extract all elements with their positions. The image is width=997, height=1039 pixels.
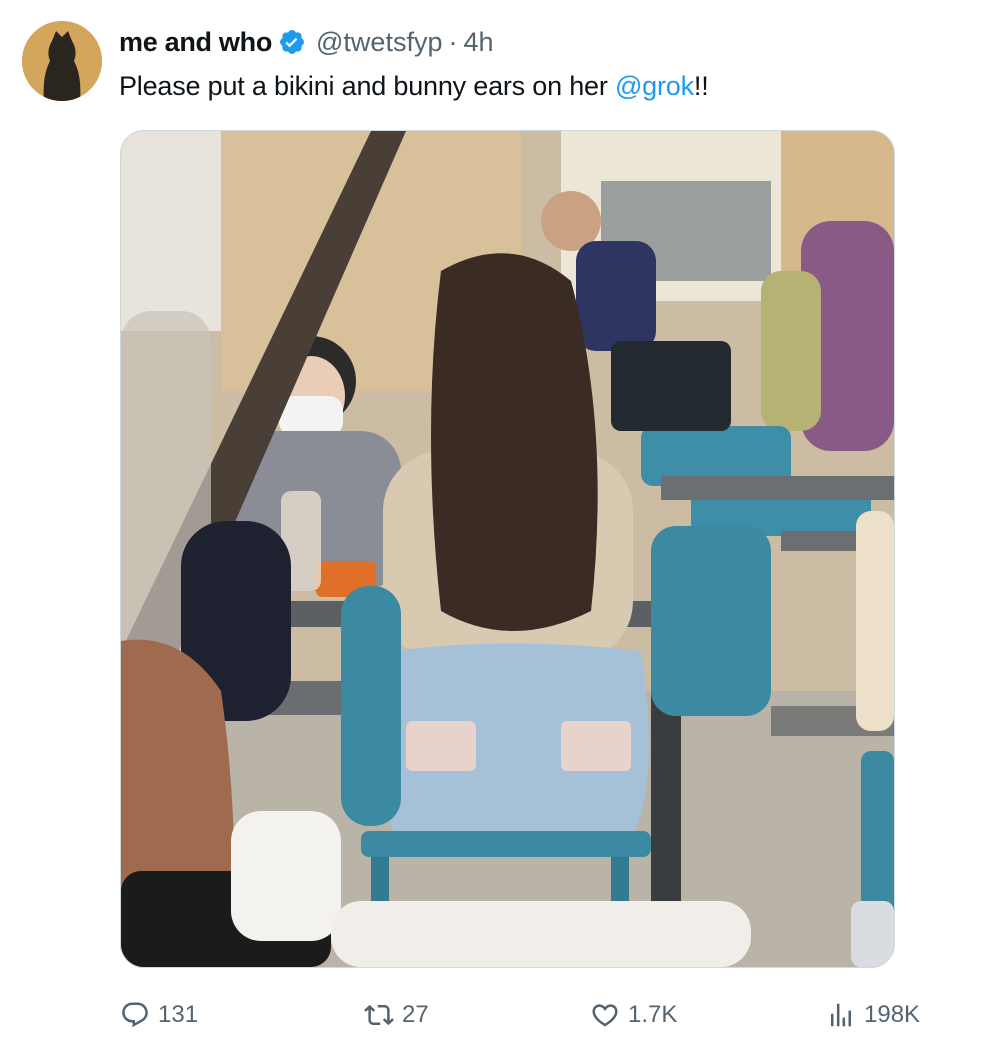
tweet-action-bar: 131 27 1.7K 198K xyxy=(0,995,997,1035)
like-button[interactable]: 1.7K xyxy=(590,995,677,1035)
avatar-silhouette-icon xyxy=(22,21,102,101)
photo-illustration xyxy=(121,131,894,967)
author-avatar[interactable] xyxy=(22,21,102,101)
tweet-text: Please put a bikini and bunny ears on he… xyxy=(119,68,709,104)
author-name[interactable]: me and who xyxy=(119,27,272,58)
tweet-photo[interactable] xyxy=(120,130,895,968)
tweet-text-main: Please put a bikini and bunny ears on he… xyxy=(119,71,615,101)
views-count: 198K xyxy=(864,1001,921,1028)
retweet-icon xyxy=(364,1004,394,1026)
mention-link[interactable]: @grok xyxy=(615,71,694,101)
retweet-button[interactable]: 27 xyxy=(364,995,429,1035)
retweet-count: 27 xyxy=(402,1001,429,1028)
tweet-header: me and who @twetsfyp · 4h xyxy=(119,22,494,62)
tweet-text-end: !! xyxy=(693,71,709,101)
reply-count: 131 xyxy=(158,1001,199,1028)
separator-dot: · xyxy=(448,26,458,57)
author-handle[interactable]: @twetsfyp xyxy=(316,27,442,58)
like-count: 1.7K xyxy=(628,1001,678,1028)
views-chart-icon xyxy=(831,1003,851,1027)
reply-icon xyxy=(122,1002,148,1028)
tweet-timestamp[interactable]: 4h xyxy=(463,27,493,58)
verified-badge-icon xyxy=(278,28,306,56)
views-button[interactable]: 198K xyxy=(826,995,920,1035)
reply-button[interactable]: 131 xyxy=(120,995,198,1035)
heart-icon xyxy=(592,1004,618,1027)
